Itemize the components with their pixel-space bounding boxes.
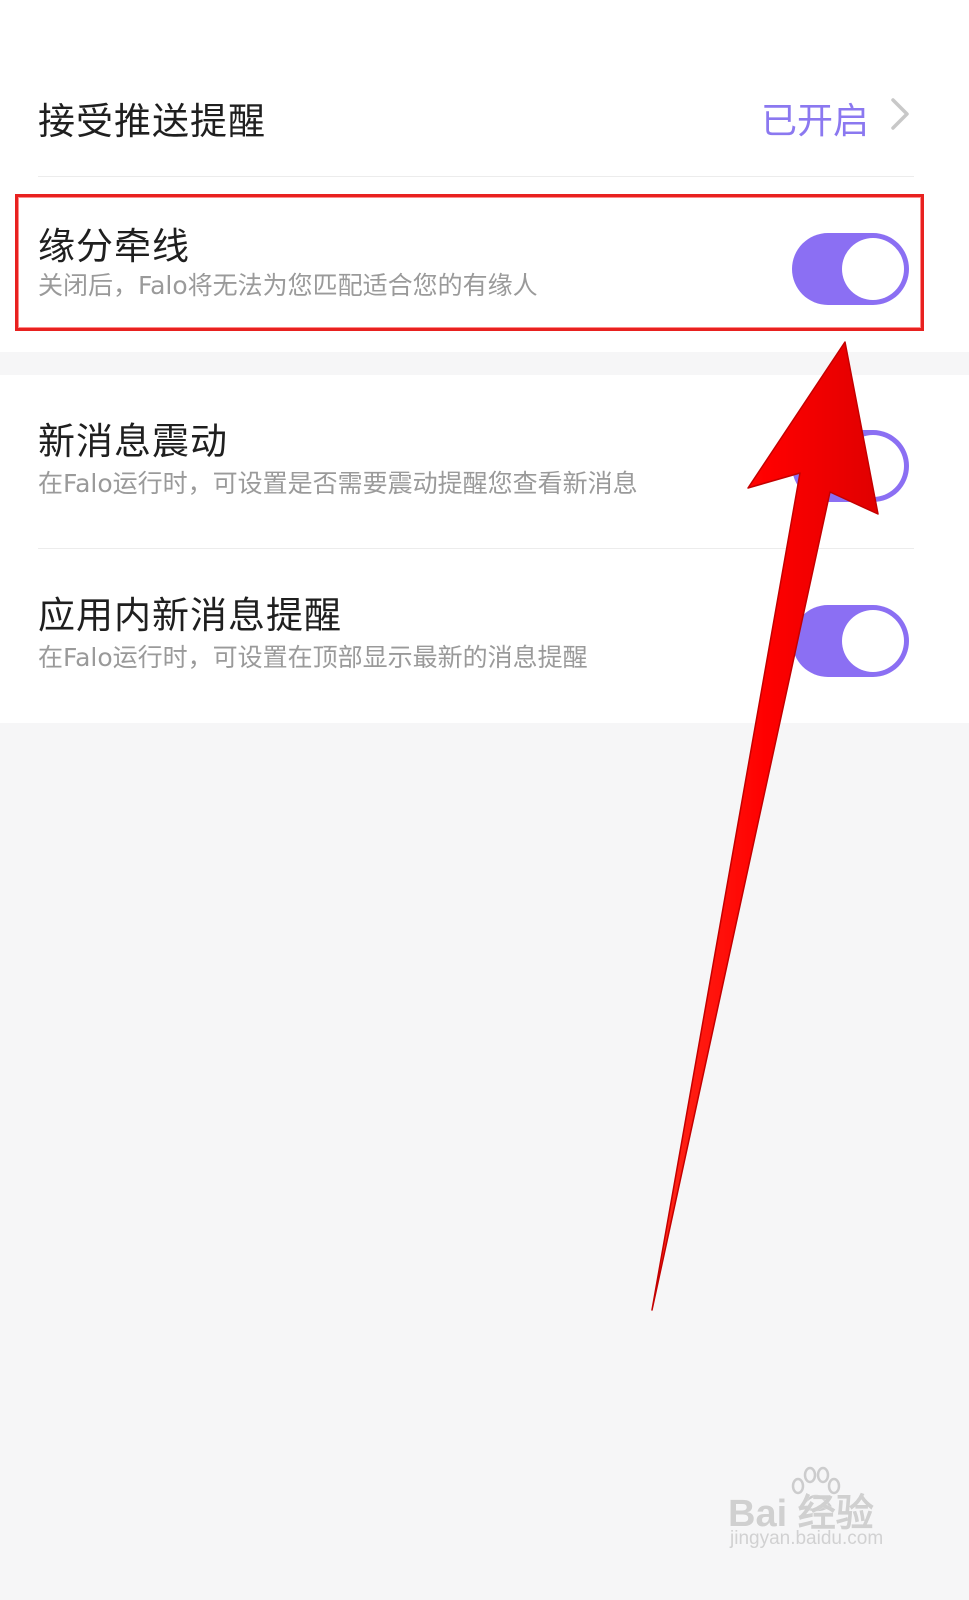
watermark-url: jingyan.baidu.com xyxy=(730,1528,884,1549)
red-arrow-annotation xyxy=(651,341,879,1311)
baidu-jingyan-watermark: Bai 经验 jingyan.baidu.com xyxy=(728,1466,918,1562)
